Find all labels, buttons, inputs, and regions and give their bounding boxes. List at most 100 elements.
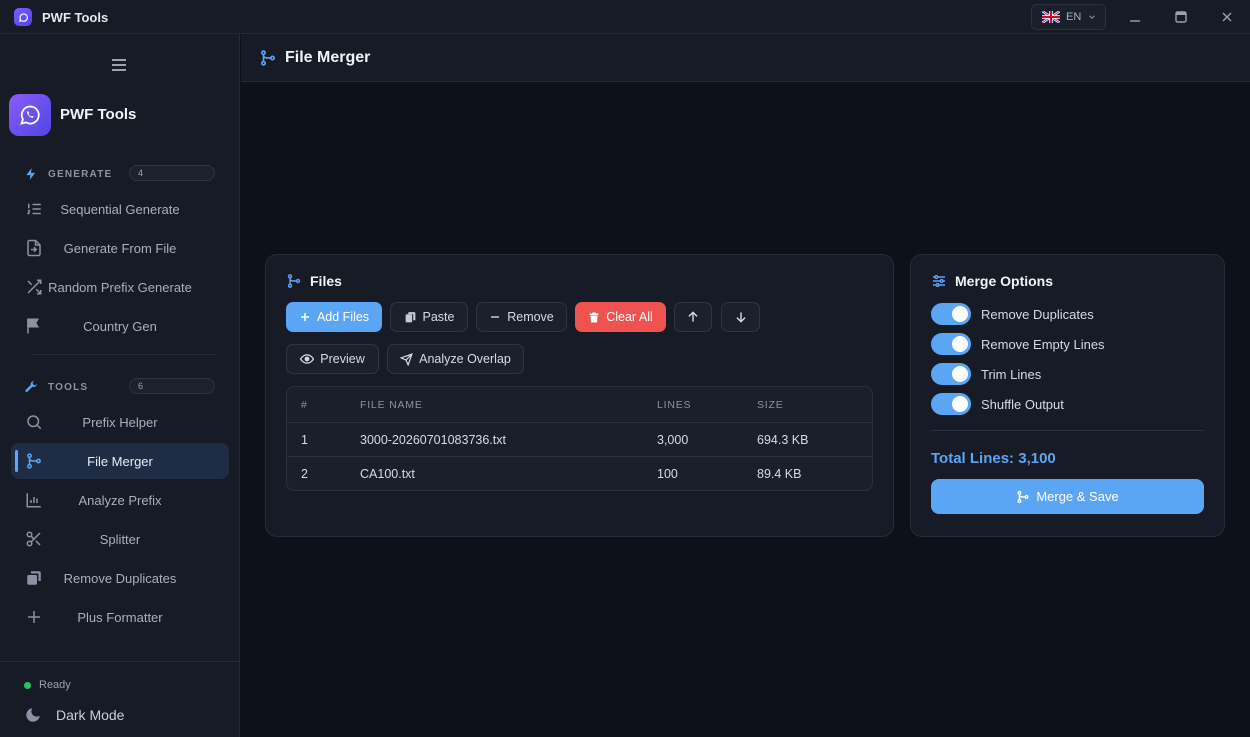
cell-size: 694.3 KB [757, 433, 809, 447]
merge-save-button[interactable]: Merge & Save [931, 479, 1204, 514]
sliders-icon [933, 274, 945, 288]
close-icon [1222, 12, 1232, 22]
merge-icon [261, 49, 275, 66]
brand-logo-icon [9, 94, 51, 136]
option-remove-empty-lines: Remove Empty Lines [931, 333, 1105, 355]
remove-empty-lines-toggle[interactable] [931, 333, 971, 355]
cell-index: 1 [301, 433, 308, 447]
trash-icon [589, 312, 599, 322]
sidebar-item-random-prefix-generate[interactable]: Random Prefix Generate [11, 269, 229, 305]
maximize-icon [1175, 11, 1187, 23]
options-divider [931, 430, 1204, 431]
minus-icon [491, 316, 500, 318]
remove-duplicates-toggle[interactable] [931, 303, 971, 325]
arrow-up-icon [688, 311, 698, 322]
plus-icon [300, 313, 309, 321]
cell-file-name: 3000-20260701083736.txt [360, 433, 506, 447]
total-lines: Total Lines: 3,100 [931, 450, 1056, 467]
minimize-icon [1130, 20, 1140, 22]
uk-flag-icon [1042, 11, 1060, 23]
files-table: # FILE NAME LINES SIZE 1 3000-2026070108… [286, 386, 873, 491]
sidebar-divider [32, 354, 215, 355]
app-logo-icon [14, 8, 32, 26]
sidebar-item-sequential-generate[interactable]: Sequential Generate [11, 191, 229, 227]
dark-mode-label: Dark Mode [56, 707, 125, 723]
arrow-down-icon [735, 312, 746, 323]
trim-lines-toggle[interactable] [931, 363, 971, 385]
analyze-overlap-button[interactable]: Analyze Overlap [387, 344, 524, 374]
option-label: Remove Empty Lines [981, 336, 1105, 352]
merge-options-header: Merge Options [931, 273, 1053, 289]
sidebar-item-label: Prefix Helper [82, 415, 158, 430]
section-label: GENERATE [48, 168, 113, 180]
sidebar-footer-divider [0, 661, 239, 662]
sidebar-item-file-merger[interactable]: File Merger [11, 443, 229, 479]
remove-button[interactable]: Remove [476, 302, 567, 332]
status-dot [24, 681, 31, 689]
merge-icon [287, 274, 301, 288]
section-count-badge: 4 [129, 165, 215, 181]
analyze-overlap-label: Analyze Overlap [419, 352, 511, 366]
sidebar-item-label: Plus Formatter [77, 610, 163, 625]
add-files-button[interactable]: Add Files [286, 302, 382, 332]
clear-all-button[interactable]: Clear All [575, 302, 666, 332]
sidebar-item-remove-duplicates[interactable]: Remove Duplicates [11, 560, 229, 596]
minimize-button[interactable] [1121, 5, 1149, 29]
lightning-icon [26, 168, 36, 180]
sidebar-item-prefix-helper[interactable]: Prefix Helper [11, 404, 229, 440]
option-label: Trim Lines [981, 366, 1042, 382]
column-header-lines: LINES [657, 399, 692, 411]
column-header-size: SIZE [757, 399, 784, 411]
eye-icon [300, 354, 315, 364]
preview-button[interactable]: Preview [286, 344, 379, 374]
menu-toggle-button[interactable] [110, 56, 130, 74]
column-header-file-name: FILE NAME [360, 399, 423, 411]
shuffle-output-toggle[interactable] [931, 393, 971, 415]
table-row[interactable]: 2 CA100.txt 100 89.4 KB [287, 457, 872, 490]
window-title: PWF Tools [42, 10, 109, 25]
section-count-badge: 6 [129, 378, 215, 394]
section-tools: TOOLS 6 [24, 377, 224, 397]
merge-options-card: Merge Options Remove Duplicates Remove E… [910, 254, 1225, 537]
cell-size: 89.4 KB [757, 467, 802, 481]
option-trim-lines: Trim Lines [931, 363, 1041, 385]
close-button[interactable] [1213, 5, 1241, 29]
move-up-button[interactable] [674, 302, 712, 332]
clear-all-label: Clear All [606, 310, 653, 324]
add-files-label: Add Files [316, 310, 370, 324]
sidebar-item-label: Random Prefix Generate [48, 280, 192, 295]
remove-label: Remove [507, 310, 554, 324]
preview-label: Preview [320, 352, 365, 366]
sidebar-item-label: Splitter [99, 532, 141, 547]
paste-button[interactable]: Paste [390, 302, 468, 332]
cell-file-name: CA100.txt [360, 467, 415, 481]
sidebar-item-plus-formatter[interactable]: Plus Formatter [11, 599, 229, 635]
sidebar-item-label: Remove Duplicates [63, 571, 177, 586]
sidebar-item-analyze-prefix[interactable]: Analyze Prefix [11, 482, 229, 518]
sidebar-item-splitter[interactable]: Splitter [11, 521, 229, 557]
move-down-button[interactable] [721, 302, 760, 332]
column-header-index: # [301, 399, 308, 411]
option-remove-duplicates: Remove Duplicates [931, 303, 1094, 325]
files-card: Files Add Files Paste Remove Clear All P… [265, 254, 894, 537]
hamburger-icon [112, 59, 126, 71]
clipboard-icon [405, 311, 415, 322]
cell-lines: 3,000 [657, 433, 689, 447]
status-indicator: Ready [24, 679, 71, 691]
language-label: EN [1066, 11, 1082, 23]
status-text: Ready [39, 679, 71, 691]
table-row[interactable]: 1 3000-20260701083736.txt 3,000 694.3 KB [287, 423, 872, 457]
sidebar-item-label: Sequential Generate [60, 202, 180, 217]
maximize-button[interactable] [1167, 5, 1195, 29]
dark-mode-toggle[interactable]: Dark Mode [24, 706, 124, 724]
files-card-header: Files [286, 273, 342, 289]
language-selector[interactable]: EN [1031, 4, 1106, 30]
cell-lines: 100 [657, 467, 678, 481]
merge-save-label: Merge & Save [1036, 489, 1119, 504]
sidebar: PWF Tools GENERATE 4 Sequential Generate… [0, 34, 240, 737]
sidebar-item-generate-from-file[interactable]: Generate From File [11, 230, 229, 266]
page-header: File Merger [241, 34, 1250, 82]
option-label: Shuffle Output [981, 396, 1064, 412]
section-generate: GENERATE 4 [24, 164, 224, 184]
sidebar-item-country-gen[interactable]: Country Gen [11, 308, 229, 344]
